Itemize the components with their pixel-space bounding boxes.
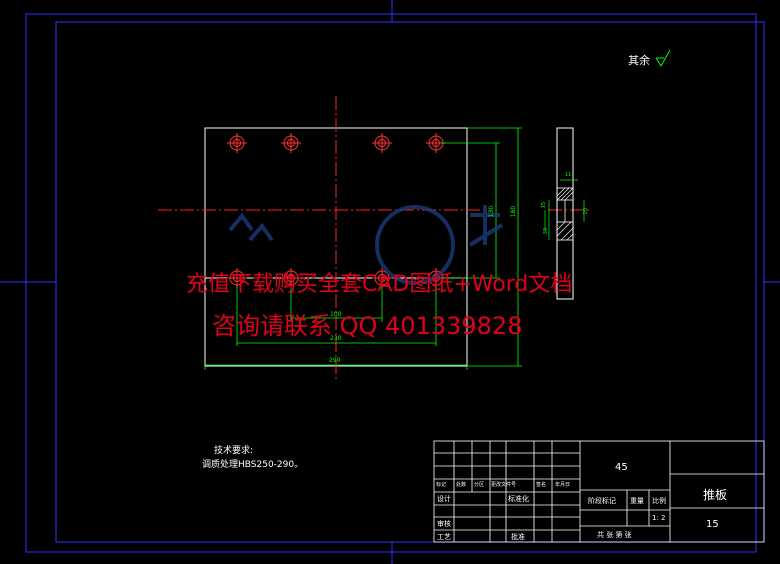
tb-sheets: 共 张 第 张 bbox=[597, 531, 632, 539]
dim-width-total: 290 bbox=[329, 357, 341, 364]
tb-scale: 1: 2 bbox=[652, 514, 666, 522]
dim-side-a: 15 bbox=[541, 201, 548, 209]
tb-hdr-count: 处数 bbox=[456, 482, 467, 488]
tb-hdr-date: 年月日 bbox=[555, 482, 571, 488]
tb-drawing-no: 15 bbox=[706, 519, 719, 530]
dim-side-top: 11 bbox=[565, 172, 572, 178]
tb-standardize: 标准化 bbox=[508, 495, 529, 503]
tb-review: 审核 bbox=[437, 520, 451, 528]
tb-approve: 批准 bbox=[511, 533, 525, 541]
tb-design: 设计 bbox=[437, 495, 451, 503]
tb-hdr-sign: 签名 bbox=[536, 482, 547, 488]
tb-part-name: 推板 bbox=[703, 488, 728, 502]
tb-stage-mark: 阶段标记 bbox=[588, 497, 616, 505]
dim-height-outer: 180 bbox=[510, 205, 518, 218]
tb-ratio: 比例 bbox=[652, 497, 666, 505]
tb-material: 45 bbox=[615, 462, 628, 473]
dim-side-b: 30 bbox=[543, 227, 550, 235]
tb-weight: 重量 bbox=[630, 497, 644, 505]
tech-req-line: 调质处理HBS250-290。 bbox=[202, 460, 304, 470]
tb-hdr-change: 更改文件号 bbox=[491, 482, 517, 488]
roughness-symbol bbox=[655, 49, 671, 67]
surface-note: 其余 bbox=[628, 54, 650, 67]
dim-side-c: 20 bbox=[583, 207, 590, 215]
tb-hdr-zone: 分区 bbox=[474, 482, 485, 488]
tb-hdr-mark: 标记 bbox=[436, 482, 447, 488]
watermark-line1: 充值下载购买全套CAD图纸+Word文档 bbox=[186, 272, 573, 297]
watermark-line2: 咨询请联系 QQ 401339828 bbox=[212, 312, 523, 340]
tech-req-title: 技术要求: bbox=[214, 446, 254, 456]
tb-process: 工艺 bbox=[437, 533, 451, 541]
dim-height-inner: 130 bbox=[488, 205, 496, 218]
